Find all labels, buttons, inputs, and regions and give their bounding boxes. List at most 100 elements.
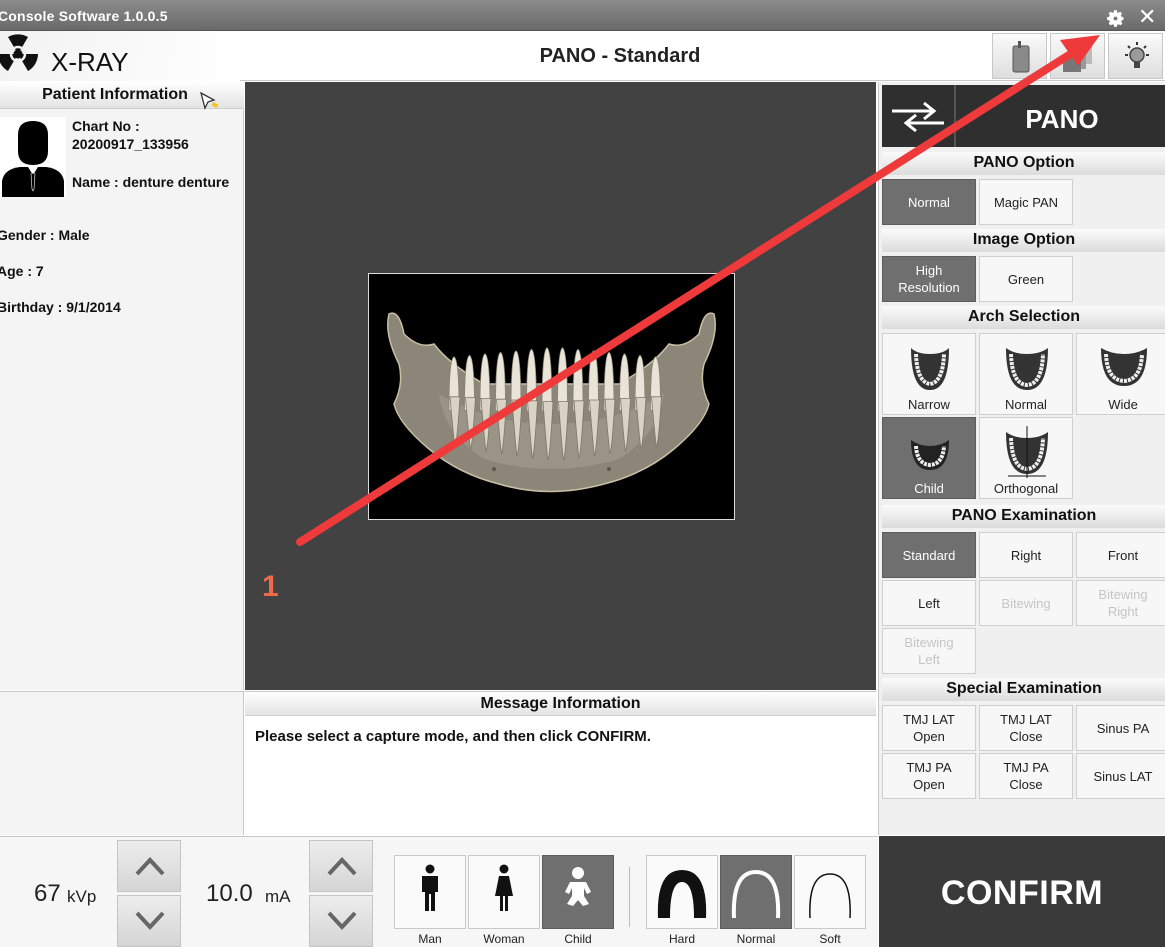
options-panel: PANO PANO Option Normal Magic PAN Image … — [878, 82, 1165, 835]
high-resolution-button[interactable]: High Resolution — [882, 256, 976, 302]
patient-age: Age : 7 — [0, 263, 44, 279]
chevron-up-icon — [327, 857, 357, 876]
patient-heading: Patient Information — [0, 82, 244, 110]
mode-title: PANO - Standard — [539, 45, 701, 67]
lightbulb-icon — [1125, 42, 1149, 68]
window-title: Console Software 1.0.0.5 — [0, 8, 168, 24]
tmj-pa-close-button[interactable]: TMJ PA Close — [979, 753, 1073, 799]
mode-label: PANO — [1025, 104, 1099, 134]
pano-option-title: PANO Option — [882, 152, 1165, 175]
wide-arch-icon — [1101, 348, 1147, 386]
sinus-lat-button[interactable]: Sinus LAT — [1076, 753, 1165, 799]
mode-bar: PANO — [882, 85, 1165, 147]
sensor-button[interactable] — [992, 33, 1047, 79]
sinus-lat-label: Sinus LAT — [1093, 768, 1153, 784]
man-label: Man — [418, 932, 442, 946]
gear-icon[interactable] — [1105, 8, 1126, 29]
sinus-pa-button[interactable]: Sinus PA — [1076, 705, 1165, 751]
standard-label: Standard — [902, 547, 956, 563]
chevron-up-icon — [135, 857, 165, 876]
arch-normal-button[interactable]: Normal — [979, 333, 1073, 415]
patient-child-button[interactable]: Child — [542, 855, 614, 946]
patient-panel: Patient Information Chart No : 20200917_… — [0, 82, 244, 690]
light-button[interactable] — [1108, 33, 1163, 79]
tmj-lat-open-label: TMJ LAT Open — [903, 712, 955, 744]
arch-wide-button[interactable]: Wide — [1076, 333, 1165, 415]
switch-mode-button[interactable] — [882, 85, 956, 147]
message-panel: Message Information Please select a capt… — [245, 691, 876, 835]
patient-woman-button[interactable]: Woman — [468, 855, 540, 946]
arch-selection-title: Arch Selection — [882, 306, 1165, 329]
pano-examination-title: PANO Examination — [882, 505, 1165, 528]
special-examination-title: Special Examination — [882, 678, 1165, 701]
chart-no-value: 20200917_133956 — [72, 136, 189, 152]
patient-man-button[interactable]: Man — [394, 855, 466, 946]
confirm-button[interactable]: CONFIRM — [879, 836, 1165, 947]
ma-down-button[interactable] — [309, 895, 373, 947]
bitewing-right-label: Bitewing Right — [1098, 587, 1148, 619]
image-button[interactable] — [1050, 33, 1105, 79]
exam-standard-button[interactable]: Standard — [882, 532, 976, 578]
title-bar: Console Software 1.0.0.5 ✕ — [0, 0, 1165, 31]
pano-normal-button[interactable]: Normal — [882, 179, 976, 225]
sensor-icon — [1012, 41, 1030, 73]
annotation-number: 1 — [262, 570, 279, 603]
exam-bitewing-right-button: Bitewing Right — [1076, 580, 1165, 626]
exposure-bar: 67 kVp 10.0 mA Man Woman Child Hard Norm… — [0, 836, 878, 947]
patient-heading-label: Patient Information — [42, 86, 188, 103]
ma-up-button[interactable] — [309, 840, 373, 892]
normal-bone-arch-icon — [731, 869, 781, 919]
narrow-arch-icon — [911, 348, 949, 390]
arch-orthogonal-button[interactable]: Orthogonal — [979, 417, 1073, 499]
bone-soft-button[interactable]: Soft — [794, 855, 866, 946]
app-name: X-RAY — [51, 47, 129, 77]
swap-arrows-icon — [892, 101, 944, 133]
app-header: X-RAY PANO - Standard — [0, 31, 1165, 81]
tmj-pa-open-button[interactable]: TMJ PA Open — [882, 753, 976, 799]
normal-bone-label: Normal — [736, 932, 776, 946]
woman-label: Woman — [483, 932, 525, 946]
child-label: Child — [564, 932, 592, 946]
divider — [629, 867, 630, 927]
kvp-up-button[interactable] — [117, 840, 181, 892]
kvp-value: 67 — [34, 880, 61, 907]
chevron-down-icon — [327, 911, 357, 930]
wide-label: Wide — [1108, 397, 1138, 412]
bone-hard-button[interactable]: Hard — [646, 855, 718, 946]
normal-arch-label: Normal — [1005, 397, 1047, 412]
magic-pan-button[interactable]: Magic PAN — [979, 179, 1073, 225]
tmj-lat-open-button[interactable]: TMJ LAT Open — [882, 705, 976, 751]
patient-name: Name : denture denture — [72, 174, 230, 190]
left-label: Left — [918, 595, 940, 611]
avatar — [0, 117, 66, 197]
image-viewer[interactable] — [245, 82, 876, 690]
normal-arch-icon — [1006, 348, 1048, 390]
close-icon[interactable]: ✕ — [1138, 6, 1156, 28]
green-button[interactable]: Green — [979, 256, 1073, 302]
image-option-title: Image Option — [882, 229, 1165, 252]
soft-arch-icon — [809, 873, 851, 919]
kvp-unit: kVp — [67, 887, 97, 906]
message-heading: Message Information — [245, 692, 876, 716]
patient-birthday: Birthday : 9/1/2014 — [0, 299, 121, 315]
hard-label: Hard — [668, 932, 695, 946]
woman-icon — [495, 864, 513, 911]
exam-left-button[interactable]: Left — [882, 580, 976, 626]
exam-front-button[interactable]: Front — [1076, 532, 1165, 578]
kvp-down-button[interactable] — [117, 895, 181, 947]
soft-label: Soft — [819, 932, 841, 946]
arch-narrow-button[interactable]: Narrow — [882, 333, 976, 415]
bitewing-left-label: Bitewing Left — [904, 635, 954, 667]
xray-preview — [368, 273, 735, 520]
arch-child-button[interactable]: Child — [882, 417, 976, 499]
child-arch-label: Child — [914, 481, 944, 496]
green-label: Green — [1007, 271, 1045, 287]
logo-area: X-RAY — [0, 31, 240, 81]
pano-normal-label: Normal — [908, 194, 950, 210]
tmj-lat-close-button[interactable]: TMJ LAT Close — [979, 705, 1073, 751]
edit-icon[interactable] — [200, 92, 220, 110]
chevron-down-icon — [135, 911, 165, 930]
exam-right-button[interactable]: Right — [979, 532, 1073, 578]
child-icon — [565, 867, 591, 906]
bone-normal-button[interactable]: Normal — [720, 855, 792, 946]
